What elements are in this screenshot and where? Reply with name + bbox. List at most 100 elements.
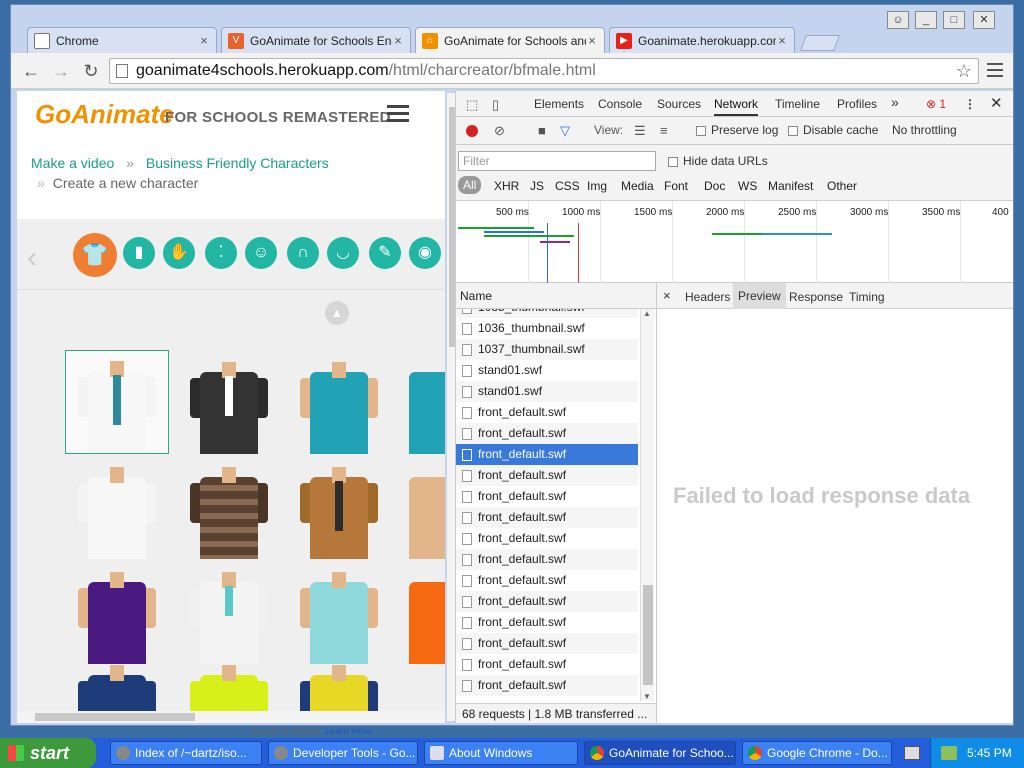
request-row[interactable]: front_default.swf	[456, 570, 638, 591]
type-font[interactable]: Font	[664, 179, 688, 193]
request-row-selected[interactable]: front_default.swf	[456, 444, 638, 465]
type-css[interactable]: CSS	[555, 179, 580, 193]
tab-response[interactable]: Response	[789, 290, 843, 304]
outfit-orange-partial[interactable]	[399, 560, 445, 664]
preserve-log-toggle[interactable]: Preserve log	[696, 123, 778, 137]
devtools-menu-icon[interactable]: ⋮	[964, 97, 976, 111]
outfit-brown-suit[interactable]	[287, 455, 391, 559]
tab-chrome[interactable]: Chrome ×	[27, 27, 217, 53]
network-icon[interactable]	[941, 746, 957, 760]
outfit-white-open-shirt[interactable]	[65, 455, 169, 559]
taskbar-item[interactable]: About Windows	[424, 741, 578, 765]
filter-input[interactable]: Filter	[458, 151, 656, 171]
shoes-icon[interactable]: ⁚	[205, 237, 237, 269]
page-horizontal-scrollbar[interactable]	[17, 711, 445, 723]
scroll-up-arrow-icon[interactable]: ▲	[643, 309, 651, 318]
learn-more-link[interactable]: Learn more	[326, 726, 372, 736]
mouth-icon[interactable]: ◡	[327, 237, 359, 269]
request-row[interactable]: 1035_thumbnail.swf	[456, 309, 638, 318]
close-window-button[interactable]: ✕	[973, 11, 995, 29]
type-manifest[interactable]: Manifest	[768, 179, 813, 193]
outfit-skin-partial[interactable]	[399, 455, 445, 559]
tab-headers[interactable]: Headers	[685, 290, 730, 304]
outfit-teal-partial[interactable]	[399, 350, 445, 454]
outfit-black-tuxedo[interactable]	[177, 350, 281, 454]
capture-screenshots-icon[interactable]: ■	[538, 123, 546, 138]
tab-console[interactable]: Console	[598, 97, 642, 111]
keyboard-icon[interactable]	[904, 746, 920, 760]
outfit-teal-tshirt[interactable]	[287, 350, 391, 454]
clock[interactable]: 5:45 PM	[967, 746, 1012, 760]
request-row[interactable]: front_default.swf	[456, 633, 638, 654]
close-icon[interactable]: ×	[198, 33, 210, 48]
request-row[interactable]: front_default.swf	[456, 654, 638, 675]
accessory-icon[interactable]: ✎	[369, 237, 401, 269]
request-list-scrollbar[interactable]: ▲ ▼	[640, 309, 654, 701]
large-rows-icon[interactable]: ☰	[634, 123, 646, 139]
eye-icon[interactable]: ◉	[409, 237, 441, 269]
hair-icon[interactable]: ∩	[287, 237, 319, 269]
tab-herokuapp[interactable]: ▶ Goanimate.herokuapp.com g ×	[609, 27, 795, 53]
taskbar-item-active[interactable]: GoAnimate for Schoo...	[584, 741, 736, 765]
tab-timeline[interactable]: Timeline	[775, 97, 820, 111]
record-icon[interactable]	[466, 125, 478, 137]
tab-goanimate-end[interactable]: V GoAnimate for Schools End-o ×	[221, 27, 411, 53]
address-bar[interactable]: goanimate4schools.herokuapp.com/html/cha…	[109, 58, 979, 84]
request-row[interactable]: front_default.swf	[456, 549, 638, 570]
inspect-icon[interactable]: ⬚	[466, 97, 478, 113]
request-row[interactable]: front_default.swf	[456, 486, 638, 507]
shirt-icon[interactable]: 👕	[73, 233, 117, 277]
taskbar-item[interactable]: Index of /~dartz/iso...	[110, 741, 262, 765]
scroll-up-icon[interactable]: ▲	[325, 301, 349, 325]
type-other[interactable]: Other	[827, 179, 857, 193]
request-row[interactable]: stand01.swf	[456, 360, 638, 381]
tab-network[interactable]: Network	[714, 97, 759, 116]
tab-elements[interactable]: Elements	[534, 97, 584, 111]
request-row[interactable]: front_default.swf	[456, 402, 638, 423]
type-all[interactable]: All	[458, 176, 482, 194]
scroll-left-icon[interactable]: ‹	[27, 241, 37, 275]
request-row[interactable]: stand01.swf	[456, 381, 638, 402]
tab-profiles[interactable]: Profiles	[837, 97, 877, 111]
forward-icon[interactable]: →	[51, 61, 71, 81]
tab-timing[interactable]: Timing	[849, 290, 885, 304]
device-mode-icon[interactable]: ▯	[492, 97, 499, 113]
close-icon[interactable]: ×	[586, 33, 598, 48]
pants-icon[interactable]: ▮	[123, 237, 155, 269]
type-doc[interactable]: Doc	[704, 179, 725, 193]
type-ws[interactable]: WS	[738, 179, 757, 193]
outfit-white-shirt-badge[interactable]	[177, 560, 281, 664]
close-icon[interactable]: ×	[392, 33, 404, 48]
tab-sources[interactable]: Sources	[657, 97, 701, 111]
request-row[interactable]: front_default.swf	[456, 612, 638, 633]
breadcrumb-make-video[interactable]: Make a video	[31, 155, 114, 171]
request-row[interactable]: front_default.swf	[456, 528, 638, 549]
hand-icon[interactable]: ✋	[163, 237, 195, 269]
request-row[interactable]: 1036_thumbnail.swf	[456, 318, 638, 339]
minimize-button[interactable]: _	[915, 11, 937, 29]
taskbar-item[interactable]: Developer Tools - Go...	[268, 741, 418, 765]
hamburger-menu-icon[interactable]	[387, 105, 409, 126]
tab-goanimate-active[interactable]: ⌂ GoAnimate for Schools and B ×	[415, 27, 605, 53]
breadcrumb-characters[interactable]: Business Friendly Characters	[146, 155, 329, 171]
overview-icon[interactable]: ≡	[660, 123, 668, 138]
clear-icon[interactable]: ⊘	[494, 123, 505, 139]
goanimate-logo[interactable]: GoAnimate	[35, 99, 174, 130]
close-detail-icon[interactable]: ×	[663, 288, 671, 303]
request-row[interactable]: front_default.swf	[456, 591, 638, 612]
request-row[interactable]: front_default.swf	[456, 507, 638, 528]
request-row[interactable]: 1037_thumbnail.swf	[456, 339, 638, 360]
outfit-light-blue-scrubs[interactable]	[287, 560, 391, 664]
network-overview-timeline[interactable]: 500 ms 1000 ms 1500 ms 2000 ms 2500 ms 3…	[456, 201, 1013, 283]
disable-cache-toggle[interactable]: Disable cache	[788, 123, 878, 137]
star-icon[interactable]: ☆	[956, 59, 972, 83]
user-icon[interactable]: ☺	[887, 11, 909, 29]
more-tabs-icon[interactable]: »	[891, 94, 899, 110]
throttling-select[interactable]: No throttling	[892, 123, 957, 137]
outfit-striped-sweater[interactable]	[177, 455, 281, 559]
request-row[interactable]: front_default.swf	[456, 465, 638, 486]
close-devtools-icon[interactable]: ✕	[990, 94, 1003, 112]
type-js[interactable]: JS	[530, 179, 544, 193]
start-button[interactable]: start	[0, 738, 96, 768]
type-xhr[interactable]: XHR	[494, 179, 519, 193]
